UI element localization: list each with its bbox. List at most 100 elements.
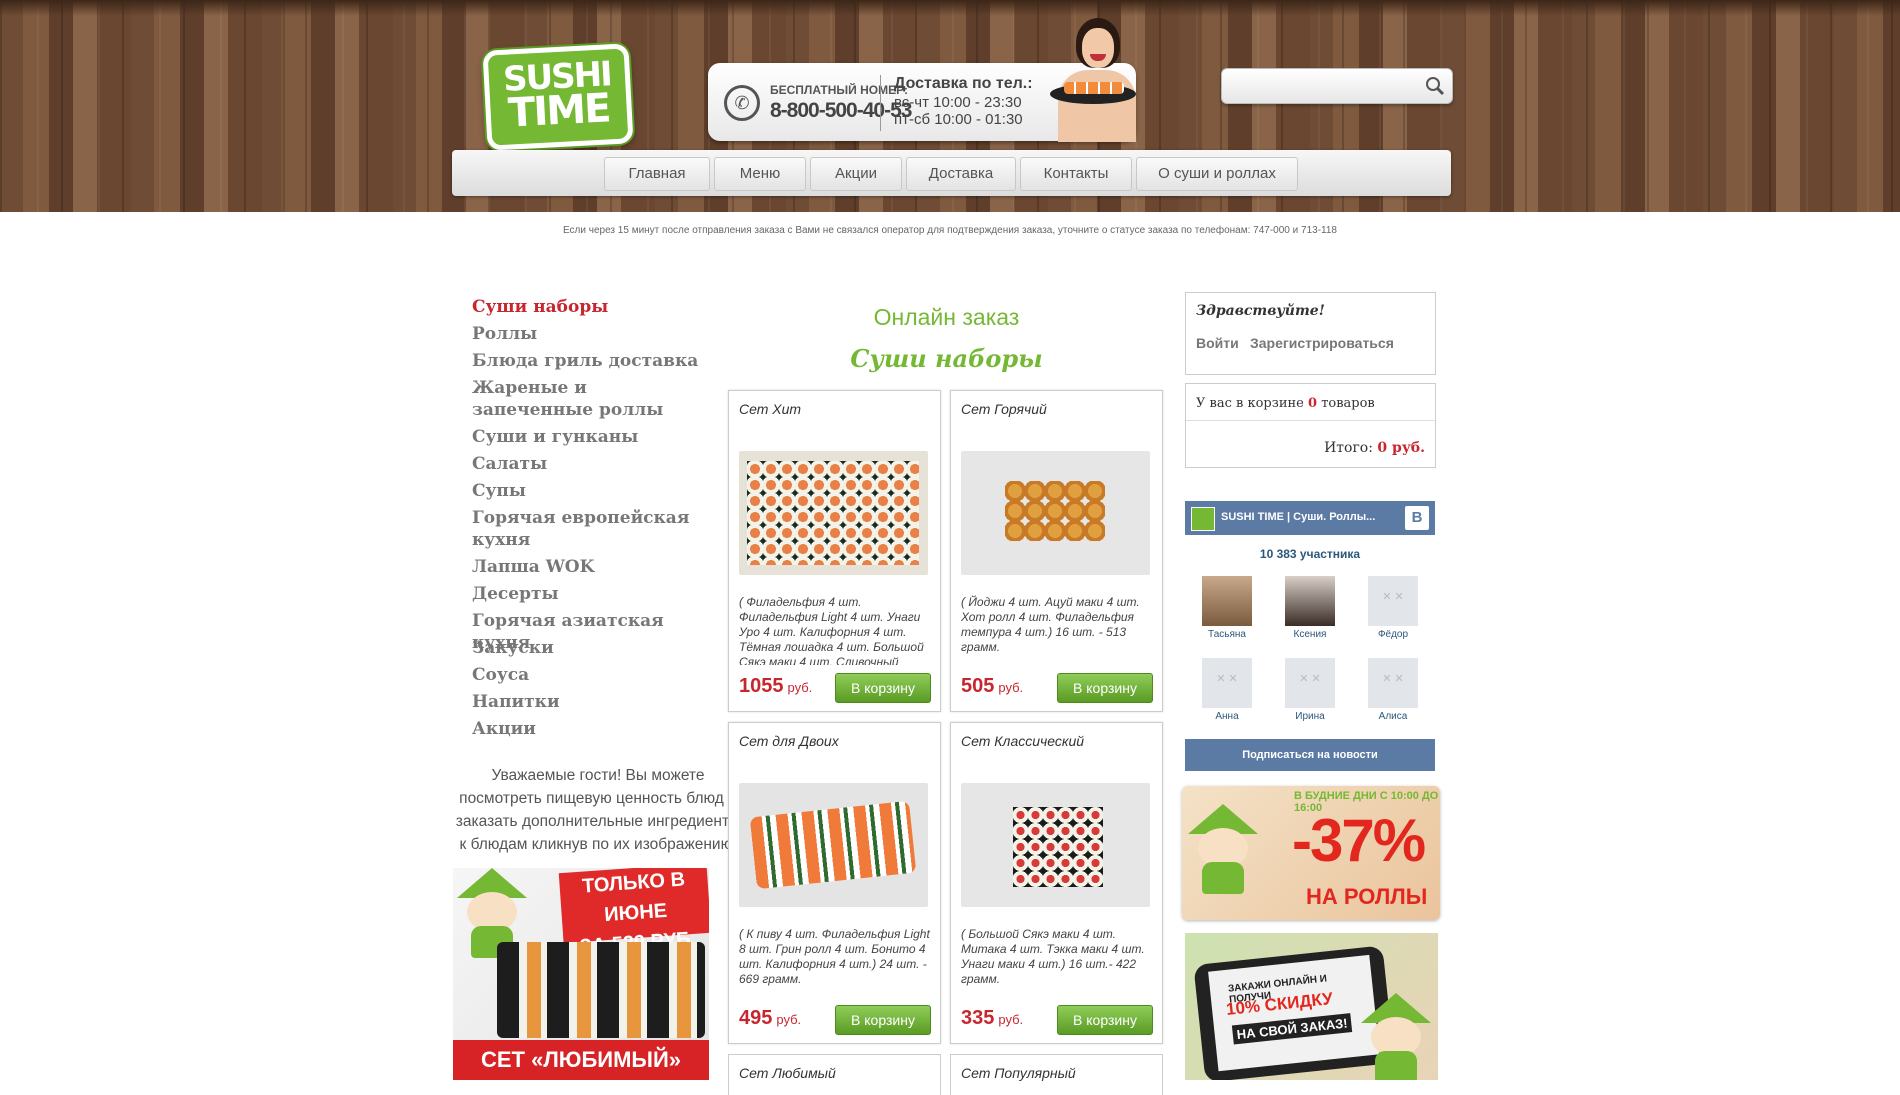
product-price: 495 руб. (739, 1007, 801, 1030)
nav-contacts[interactable]: Контакты (1020, 157, 1132, 191)
category-grill[interactable]: Блюда гриль доставка (472, 350, 702, 372)
member-name: Анна (1215, 711, 1239, 722)
category-sauces[interactable]: Соуса (472, 664, 702, 686)
product-description: ( Филадельфия 4 шт. Филадельфия Light 4 … (739, 595, 924, 665)
vk-member[interactable]: Анна (1197, 658, 1257, 722)
guest-note: Уважаемые гости! Вы можете посмотреть пи… (455, 767, 741, 853)
vk-member[interactable]: Фёдор (1363, 576, 1423, 640)
add-to-cart-button[interactable]: В корзину (1057, 1005, 1153, 1035)
mascot-girl-image (1050, 14, 1140, 142)
cart-summary: У вас в корзине 0 товаров (1196, 396, 1375, 411)
section-title: Суши наборы (850, 344, 1043, 373)
divider (1186, 420, 1435, 421)
greeting: Здравствуйте! (1196, 303, 1325, 319)
price-value: 1055 (739, 675, 784, 697)
divider (880, 75, 881, 131)
free-number-label: БЕСПЛАТНЫЙ НОМЕР: (770, 83, 908, 97)
add-to-cart-button[interactable]: В корзину (835, 673, 931, 703)
vk-member[interactable]: Алиса (1363, 658, 1423, 722)
nav-menu[interactable]: Меню (714, 157, 806, 191)
promo-left-headline: ТОЛЬКО В ИЮНЕ ЗА 529 РУБ. (558, 868, 709, 958)
delivery-label: Доставка по тел.: (894, 75, 1033, 92)
product-name: Сет Популярный (961, 1065, 1076, 1081)
page-title: Онлайн заказ (873, 304, 1020, 330)
product-image[interactable] (739, 451, 928, 575)
category-rolls[interactable]: Роллы (472, 323, 702, 345)
product-card: Сет Горячий ( Йоджи 4 шт. Ацуй маки 4 шт… (950, 390, 1163, 712)
mascot-icon (1188, 804, 1258, 894)
promo-left-bottom: СЕТ «ЛЮБИМЫЙ» (453, 1040, 709, 1080)
promo-banner-left[interactable]: ТОЛЬКО В ИЮНЕ ЗА 529 РУБ. СЕТ «ЛЮБИМЫЙ» (453, 868, 709, 1080)
member-name: Фёдор (1377, 629, 1409, 640)
vk-member[interactable]: Ксения (1280, 576, 1340, 640)
product-image[interactable] (961, 451, 1150, 575)
nav-delivery[interactable]: Доставка (906, 157, 1016, 191)
price-currency: руб. (787, 680, 813, 695)
vk-group-avatar (1191, 507, 1215, 531)
vk-member[interactable]: Тасьяна (1197, 576, 1257, 640)
product-description: ( Большой Сякэ маки 4 шт. Митака 4 шт. Т… (961, 927, 1145, 986)
vk-subscribe-button[interactable]: Подписаться на новости (1185, 739, 1435, 771)
product-name: Сет Любимый (739, 1065, 836, 1081)
category-soups[interactable]: Супы (472, 480, 702, 502)
vk-widget-header[interactable]: SUSHI TIME | Суши. Роллы... B (1185, 501, 1435, 535)
account-box: Здравствуйте! Войти Зарегистрироваться (1185, 292, 1436, 375)
category-sushi-sets[interactable]: Суши наборы (472, 296, 702, 318)
register-link[interactable]: Зарегистрироваться (1250, 335, 1394, 351)
avatar (1368, 658, 1418, 708)
free-number: 8-800-500-40-53 (770, 99, 912, 122)
delivery-hours-weekend: пт-сб 10:00 - 01:30 (894, 111, 1023, 128)
product-name: Сет Классический (961, 733, 1085, 749)
product-price: 335 руб. (961, 1007, 1023, 1030)
nav-promotions[interactable]: Акции (810, 157, 902, 191)
mascot-icon (1361, 993, 1431, 1080)
logo-text-2: TIME (506, 84, 611, 137)
price-currency: руб. (776, 1012, 802, 1027)
price-value: 505 (961, 675, 995, 697)
promo-banner-discount[interactable]: В БУДНИЕ ДНИ С 10:00 ДО 16:00 -37% НА РО… (1182, 786, 1440, 920)
cart-prefix: У вас в корзине (1196, 396, 1304, 411)
search-input[interactable] (1228, 74, 1422, 98)
member-name: Алиса (1378, 711, 1408, 722)
product-card: Сет Популярный (950, 1054, 1163, 1095)
price-value: 335 (961, 1007, 995, 1029)
login-link[interactable]: Войти (1196, 335, 1239, 351)
promo-banner-online[interactable]: ЗАКАЖИ ОНЛАЙН И ПОЛУЧИ 10% СКИДКУ НА СВО… (1185, 933, 1438, 1080)
promo-discount: -37% (1292, 807, 1426, 874)
site-logo[interactable]: SUSHI TIME (482, 43, 634, 151)
category-european[interactable]: Горячая европейская кухня (472, 507, 702, 551)
category-promotions[interactable]: Акции (472, 718, 702, 740)
add-to-cart-button[interactable]: В корзину (835, 1005, 931, 1035)
category-sushi-gunkan[interactable]: Суши и гунканы (472, 426, 702, 448)
product-description: ( К пиву 4 шт. Филадельфия Light 8 шт. Г… (739, 927, 930, 986)
promo2-line3: НА СВОЙ ЗАКАЗ! (1231, 1013, 1353, 1045)
member-name: Ирина (1295, 711, 1325, 722)
vk-logo-icon: B (1405, 506, 1429, 530)
search-box (1221, 68, 1453, 104)
category-desserts[interactable]: Десерты (472, 583, 702, 605)
phone-icon: ✆ (724, 85, 760, 121)
product-price: 505 руб. (961, 675, 1023, 698)
vk-group-title: SUSHI TIME | Суши. Роллы... (1221, 511, 1376, 523)
product-name: Сет для Двоих (739, 733, 839, 749)
cart-suffix: товаров (1321, 396, 1375, 411)
search-icon[interactable] (1424, 75, 1446, 97)
add-to-cart-button[interactable]: В корзину (1057, 673, 1153, 703)
vk-member[interactable]: Ирина (1280, 658, 1340, 722)
product-card: Сет Классический ( Большой Сякэ маки 4 ш… (950, 722, 1163, 1044)
product-card: Сет Любимый (728, 1054, 941, 1095)
nav-about-sushi[interactable]: О суши и роллах (1136, 157, 1298, 191)
product-image[interactable] (961, 783, 1150, 907)
category-drinks[interactable]: Напитки (472, 691, 702, 713)
product-name: Сет Хит (739, 401, 802, 417)
order-notice: Если через 15 минут после отправления за… (563, 225, 1337, 236)
category-snacks[interactable]: Закуски (472, 637, 702, 659)
member-name: Ксения (1293, 629, 1327, 640)
category-fried-rolls[interactable]: Жареные и запеченные роллы (472, 377, 702, 421)
category-salads[interactable]: Салаты (472, 453, 702, 475)
product-image[interactable] (739, 783, 928, 907)
avatar (1285, 658, 1335, 708)
product-name: Сет Горячий (961, 401, 1047, 417)
category-wok[interactable]: Лапша WOK (472, 556, 702, 578)
nav-home[interactable]: Главная (604, 157, 710, 191)
